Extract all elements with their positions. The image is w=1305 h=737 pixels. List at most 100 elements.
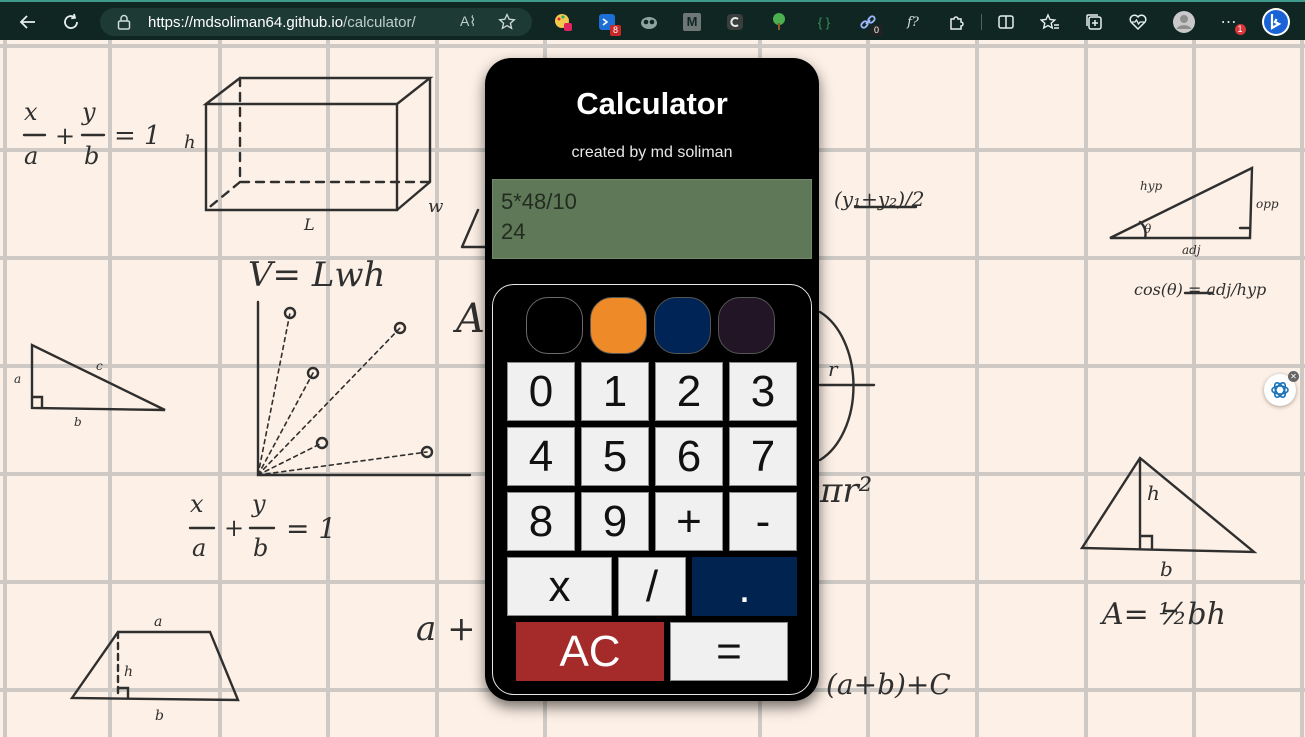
key-2[interactable]: 2 (655, 362, 723, 421)
svg-text:b: b (84, 142, 99, 170)
url-text[interactable]: https://mdsoliman64.github.io/calculator… (148, 14, 416, 31)
key-8[interactable]: 8 (507, 492, 575, 551)
extension-devtools[interactable]: 8 (596, 11, 621, 36)
tree-icon (773, 13, 785, 30)
key-3[interactable]: 3 (729, 362, 797, 421)
profile-button[interactable] (1172, 10, 1196, 34)
big-a-label: A (452, 296, 485, 342)
clear-button[interactable]: AC (516, 622, 664, 681)
puzzle-icon (950, 16, 964, 30)
collections-button[interactable] (1083, 11, 1105, 33)
extension-tree[interactable] (768, 11, 790, 33)
plus-button[interactable]: + (655, 492, 723, 551)
minus-button[interactable]: - (729, 492, 797, 551)
key-5[interactable]: 5 (581, 427, 649, 486)
cosine-formula: cos(θ) = adj/hyp (1134, 280, 1266, 299)
svg-text:b: b (253, 534, 268, 562)
c-logo-icon (727, 14, 743, 30)
favorite-star-icon[interactable] (498, 13, 516, 31)
braces-icon: { } (817, 14, 831, 30)
close-icon[interactable]: ✕ (1288, 371, 1299, 382)
key-1[interactable]: 1 (581, 362, 649, 421)
expression-text: 5*48/10 (501, 189, 577, 214)
owl-icon (641, 17, 657, 29)
eq1-x: x (24, 98, 38, 126)
calculator-title: Calculator (576, 86, 728, 121)
extension-m[interactable]: M (681, 11, 703, 33)
favorites-star-icon (1040, 13, 1059, 30)
favorites-button[interactable] (1039, 11, 1061, 33)
url-path: /calculator/ (343, 14, 416, 31)
key-6[interactable]: 6 (655, 427, 723, 486)
calculator-display: 5*48/10 24 (492, 179, 812, 259)
palette-icon (555, 14, 572, 31)
svg-text:+: + (55, 122, 75, 150)
extension-owl[interactable] (638, 11, 660, 33)
svg-text:x: x (190, 490, 204, 518)
settings-more-button[interactable]: ⋯ 1 (1218, 11, 1246, 35)
theme-dark-purple-button[interactable] (718, 297, 775, 354)
volume-formula: V= Lwh (248, 255, 385, 295)
menu-badge: 1 (1235, 24, 1246, 35)
decimal-button[interactable]: . (692, 557, 797, 616)
openai-logo-icon (1271, 381, 1289, 399)
theta-label: θ (1144, 222, 1152, 236)
theme-navy-button[interactable] (654, 297, 711, 354)
equals-button[interactable]: = (670, 622, 788, 681)
browser-toolbar: https://mdsoliman64.github.io/calculator… (0, 0, 1305, 40)
divide-button[interactable]: / (618, 557, 686, 616)
m-logo-icon: M (683, 13, 701, 31)
multiply-button[interactable]: x (507, 557, 612, 616)
devtools-badge: 8 (610, 25, 621, 36)
split-screen-icon (998, 15, 1014, 29)
svg-text:= 1: = 1 (114, 121, 161, 151)
back-button[interactable] (15, 9, 41, 35)
small-tri-b-label: b (74, 415, 82, 429)
bing-copilot-button[interactable] (1261, 7, 1291, 37)
key-0[interactable]: 0 (507, 362, 575, 421)
circle-area-formula: πr² (819, 471, 872, 511)
box-w-label: w (428, 196, 444, 217)
extension-c[interactable] (724, 11, 746, 33)
box-h-label: h (184, 132, 196, 153)
svg-text:a: a (24, 142, 38, 170)
trap-b-label: b (155, 708, 164, 724)
back-arrow-icon (19, 15, 35, 29)
radius-label: r (828, 357, 839, 381)
refresh-button[interactable] (58, 9, 84, 35)
toolbar-divider (981, 14, 982, 30)
extension-formula[interactable]: f? (902, 11, 924, 33)
small-tri-a-label: a (14, 372, 21, 386)
read-aloud-button[interactable]: A⌇ (460, 13, 476, 30)
link-badge: 0 (871, 25, 882, 36)
heart-pulse-icon (1129, 14, 1147, 31)
lock-icon[interactable] (117, 14, 131, 30)
trap-a-label: a (154, 614, 162, 630)
collections-icon (1086, 14, 1102, 30)
result-text: 24 (501, 219, 526, 244)
browser-essentials-button[interactable] (1127, 11, 1149, 33)
theme-orange-button[interactable] (590, 297, 647, 354)
formula-icon: f? (907, 14, 919, 30)
avatar-icon (1173, 11, 1195, 33)
extension-json[interactable]: { } (813, 11, 835, 33)
address-bar[interactable]: https://mdsoliman64.github.io/calculator… (100, 8, 532, 36)
calculator-subtitle: created by md soliman (571, 144, 733, 161)
extensions-button[interactable] (946, 11, 968, 33)
key-7[interactable]: 7 (729, 427, 797, 486)
trap-h-label: h (124, 664, 133, 680)
extension-link[interactable]: 0 (857, 11, 882, 36)
triangle-b-label: b (1160, 557, 1173, 581)
box-l-label: L (303, 215, 315, 234)
theme-black-button[interactable] (526, 297, 583, 354)
opp-label: opp (1256, 197, 1279, 211)
extension-palette[interactable] (552, 11, 574, 33)
split-screen-button[interactable] (995, 11, 1017, 33)
keypad: 0 1 2 3 4 5 6 7 8 9 + - x / . AC = (492, 284, 812, 695)
triangle-h-label: h (1147, 481, 1160, 505)
copilot-floating-button[interactable]: ✕ (1264, 371, 1299, 406)
adj-label: adj (1182, 243, 1201, 257)
svg-text:a: a (192, 534, 206, 562)
key-4[interactable]: 4 (507, 427, 575, 486)
key-9[interactable]: 9 (581, 492, 649, 551)
